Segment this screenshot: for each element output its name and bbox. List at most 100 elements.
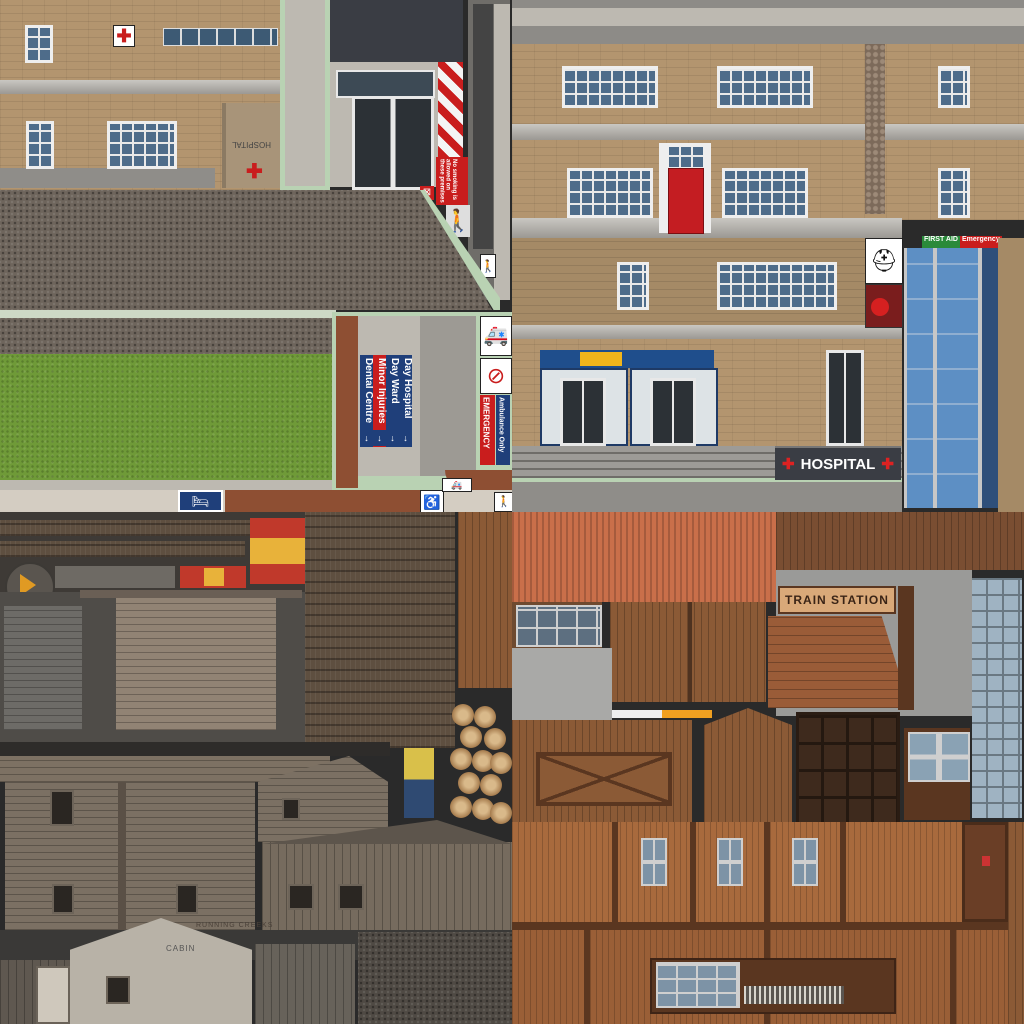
coping-band: [512, 8, 1024, 26]
poster: [404, 748, 434, 818]
edge-planks: [1008, 822, 1024, 1024]
hospital-sign: ✚ HOSPITAL ✚: [775, 446, 901, 480]
slate-strip: [0, 318, 332, 354]
cabin-window: [52, 884, 74, 914]
rail-strip: [0, 742, 390, 756]
small-hospital-sign: HOSPITAL: [232, 140, 271, 149]
side-door: [962, 822, 1008, 922]
ambulance-only-sign: Ambulance Only: [496, 395, 510, 465]
colored-tag-inner: [204, 568, 224, 586]
cabin-window: [176, 884, 198, 914]
bay-shadow: [420, 316, 476, 476]
wall-ledge: [0, 80, 280, 94]
hospital-sign-label: HOSPITAL: [800, 455, 876, 473]
peaked-panel: [704, 708, 792, 822]
siding-divider: [688, 602, 692, 702]
awning-post: [898, 586, 914, 710]
dark-beam: [0, 541, 245, 557]
plaque: [55, 566, 175, 588]
arrow-down-icon: ↓: [364, 433, 369, 443]
entrance-pillar: [285, 0, 325, 186]
window: [938, 66, 970, 108]
entrance-canopy: [330, 0, 463, 62]
emergency-sign: EMERGENCY: [480, 395, 495, 465]
first-aid-banner: FIRST AID Emergency: [922, 236, 1006, 248]
floor-ledge: [512, 325, 902, 339]
frame-post: [690, 822, 696, 922]
edge-column: [998, 238, 1024, 512]
shed-window: [282, 798, 300, 820]
ambulance-icon: 🚑: [480, 316, 512, 356]
no-smoking-icon: ⊘: [480, 358, 512, 394]
striped-panel: [250, 518, 306, 584]
roof-edge: [0, 310, 336, 318]
barber-stripe-post: [438, 62, 463, 157]
glass-dark-strip: [982, 248, 998, 508]
frame-post: [612, 822, 618, 922]
right-column-face: [473, 4, 493, 249]
plank-roof: [776, 512, 1024, 570]
window: [722, 168, 808, 218]
shingle-roof: [358, 932, 512, 1024]
entrance-door: [352, 96, 434, 190]
pavement-slab: [512, 482, 902, 512]
red-cross-icon: ✚: [782, 456, 795, 473]
no-smoking-notice: No smoking is allowed on these premises: [436, 157, 468, 205]
glazed-door-pane: [908, 732, 970, 782]
door-fanlight: [666, 144, 706, 170]
vent-window: [656, 962, 740, 1008]
double-door: [796, 712, 900, 826]
vent-grille: [744, 986, 844, 1004]
barn-window: [288, 884, 314, 910]
cross-brace-frame: [536, 752, 672, 806]
log-pile: [450, 702, 512, 836]
cabin-window: [106, 976, 130, 1004]
clerestory-window: [163, 28, 278, 46]
window: [567, 168, 653, 218]
alarm-bell: [871, 298, 889, 316]
texture-atlas: ✚ HOSPITAL ✚ No smoking is allowed on th…: [0, 0, 1024, 1024]
cabin-window: [50, 790, 74, 826]
tin-roof: [512, 512, 776, 602]
first-aid-label: FIRST AID: [922, 236, 960, 248]
hospital-front-lower: [512, 238, 902, 330]
stone-column: [865, 44, 885, 214]
notice-board: [36, 966, 70, 1024]
panel-rail: [80, 590, 302, 598]
log-end-texture: [305, 512, 455, 748]
base-post: [584, 922, 590, 1024]
side-door: [826, 350, 864, 446]
shop-door: [650, 378, 696, 446]
wall-base: [0, 168, 215, 188]
door-transom: [336, 70, 435, 98]
station-sign-board: TRAIN STATION: [778, 586, 896, 614]
window: [617, 262, 649, 310]
kerb: [0, 480, 332, 490]
brick-pillar: [336, 316, 358, 488]
siding-window: [641, 838, 667, 886]
cabin-sign: CABIN: [166, 944, 196, 953]
shop-fascia-blue: [540, 350, 714, 368]
arrow-down-icon: ↓: [377, 433, 382, 443]
window: [107, 121, 177, 169]
red-cross-icon: ✚: [113, 25, 135, 47]
siding-window: [717, 838, 743, 886]
floor-ledge: [512, 124, 1024, 140]
window: [717, 262, 837, 310]
dark-beam: [0, 520, 250, 536]
arrow-down-icon: ↓: [403, 433, 408, 443]
window: [938, 168, 970, 218]
pedestrian-icon: 🚶: [494, 492, 514, 512]
red-cross-icon: ✚: [881, 456, 894, 473]
window: [562, 66, 658, 108]
cabin-post: [118, 782, 126, 930]
emergency-label: Emergency: [959, 236, 1002, 248]
vertical-planks: [458, 512, 512, 688]
pipe-strip: [612, 710, 712, 718]
crate-panel: [116, 598, 276, 730]
bed-icon: 🛏: [178, 490, 223, 512]
arrow-down-icon: ↓: [390, 433, 395, 443]
window: [25, 25, 53, 63]
door-handle: [982, 856, 990, 866]
window: [26, 121, 54, 169]
